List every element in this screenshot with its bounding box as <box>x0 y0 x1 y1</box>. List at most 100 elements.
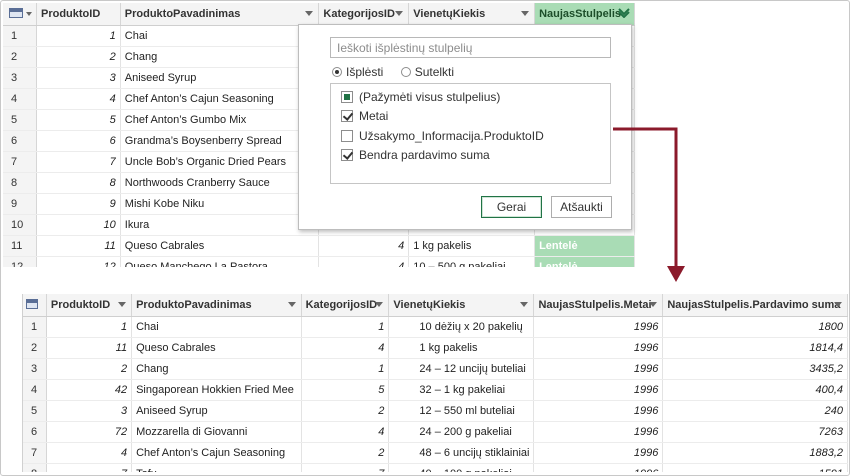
column-item-total-sales[interactable]: Bendra pardavimo suma <box>331 146 610 166</box>
cell-quantity: 24 – 200 g pakeliai <box>388 421 535 443</box>
radio-expand[interactable]: Išplėsti <box>332 65 383 79</box>
cell-product-name: Chef Anton’s Cajun Seasoning <box>120 88 320 110</box>
checkbox-checked-icon[interactable] <box>341 149 353 162</box>
column-header[interactable]: KategorijosID <box>301 294 390 317</box>
row-number: 6 <box>23 421 47 443</box>
checkbox-partial-icon[interactable] <box>341 90 353 103</box>
row-number: 2 <box>3 46 37 68</box>
cell-year: 1996 <box>533 442 664 464</box>
cell-year: 1996 <box>533 463 664 472</box>
checkbox-checked-icon[interactable] <box>341 110 353 123</box>
cell-product-name: Chai <box>131 316 302 338</box>
mode-radio-group: Išplėsti Sutelkti <box>332 65 468 80</box>
cell-category-id: 1 <box>301 358 390 380</box>
chevron-down-icon[interactable] <box>118 302 127 307</box>
table-menu-corner[interactable] <box>3 3 37 26</box>
radio-label: Išplėsti <box>346 65 384 79</box>
chevron-down-icon[interactable] <box>375 302 384 307</box>
expand-column-icon[interactable] <box>618 8 630 18</box>
cell-category-id: 2 <box>301 400 390 422</box>
column-header[interactable]: VienetųKiekis <box>408 3 536 26</box>
cell-product-id: 1 <box>46 316 133 338</box>
arrow-icon <box>613 127 685 282</box>
table-row[interactable]: 11 11 Queso Cabrales 4 1 kg pakelis Lentelė <box>3 235 635 257</box>
radio-aggregate[interactable]: Sutelkti <box>400 65 455 79</box>
chevron-down-icon[interactable] <box>520 302 529 307</box>
cell-year: 1996 <box>533 358 664 380</box>
table-row[interactable]: 5 3 Aniseed Syrup 2 12 – 550 ml buteliai 1996… <box>23 400 848 422</box>
table-row[interactable]: 6 72 Mozzarella di Giovanni 4 24 – 200 g pak… <box>23 421 848 443</box>
column-header[interactable]: KategorijosID <box>318 3 410 26</box>
cell-category-id: 4 <box>301 421 390 443</box>
column-item-year[interactable]: Metai <box>331 107 610 127</box>
row-number: 2 <box>23 337 47 359</box>
cell-quantity: 1 kg pakelis <box>408 235 536 257</box>
row-number: 7 <box>23 442 47 464</box>
cell-product-name: Tofu <box>131 463 302 472</box>
column-header[interactable]: ProduktoPavadinimas <box>120 3 320 26</box>
column-header[interactable]: NaujasStulpelis.Pardavimo suma <box>662 294 848 317</box>
column-item-select-all[interactable]: (Pažymėti visus stulpelius) <box>331 87 610 107</box>
cell-product-name: Uncle Bob’s Organic Dried Pears <box>120 151 320 173</box>
table-menu-corner[interactable] <box>23 294 47 317</box>
column-header[interactable]: ProduktoPavadinimas <box>131 294 302 317</box>
column-header[interactable]: VienetųKiekis <box>388 294 535 317</box>
chevron-down-icon[interactable] <box>834 302 842 307</box>
table-row[interactable]: 7 4 Chef Anton’s Cajun Seasoning 2 48 – 6 un… <box>23 442 848 464</box>
cell-product-id: 5 <box>36 109 121 131</box>
ok-button[interactable]: Gerai <box>481 196 542 218</box>
table-row[interactable]: 12 12 Queso Manchego La Pastora 4 10 – 500 g… <box>3 256 635 267</box>
cancel-button[interactable]: Atšaukti <box>551 196 612 218</box>
column-item-order-product-id[interactable]: Užsakymo_Informacija.ProduktoID <box>331 126 610 146</box>
cell-sales-sum: 1814,4 <box>662 337 848 359</box>
cell-quantity: 10 dėžių x 20 pakelių <box>388 316 535 338</box>
column-list: (Pažymėti visus stulpelius) Metai Užsaky… <box>330 83 611 184</box>
cell-product-name: Singaporean Hokkien Fried Mee <box>131 379 302 401</box>
cell-product-id: 6 <box>36 130 121 152</box>
checkbox-unchecked-icon[interactable] <box>341 129 353 142</box>
row-number: 8 <box>3 172 37 194</box>
radio-label: Sutelkti <box>414 65 455 79</box>
cell-product-name: Ikura <box>120 214 320 236</box>
column-header[interactable]: ProduktoID <box>36 3 121 26</box>
chevron-down-icon[interactable] <box>649 302 658 307</box>
cell-year: 1996 <box>533 421 664 443</box>
cell-year: 1996 <box>533 400 664 422</box>
cell-product-name: Mishi Kobe Niku <box>120 193 320 215</box>
cell-product-id: 4 <box>46 442 133 464</box>
table-row[interactable]: 2 11 Queso Cabrales 4 1 kg pakelis 1996 1814,4 <box>23 337 848 359</box>
cell-product-id: 4 <box>36 88 121 110</box>
column-item-label: Metai <box>359 109 389 124</box>
cell-quantity: 40 – 100 g pakeliai <box>388 463 535 472</box>
search-input[interactable] <box>330 37 611 58</box>
row-number: 3 <box>23 358 47 380</box>
table-row[interactable]: 87Tofu740 – 100 g pakeliai19961591 <box>23 463 848 472</box>
cell-product-name: Queso Cabrales <box>131 337 302 359</box>
chevron-down-icon[interactable] <box>287 302 296 307</box>
column-header[interactable]: ProduktoID <box>46 294 133 317</box>
table-row[interactable]: 3 2 Chang 1 24 – 12 uncijų buteliai 1996 3435,… <box>23 358 848 380</box>
row-number: 3 <box>3 67 37 89</box>
table-icon <box>26 299 38 310</box>
cell-category-id: 2 <box>301 442 390 464</box>
chevron-down-icon[interactable] <box>395 11 404 16</box>
cell-quantity: 48 – 6 uncijų stiklainiai <box>388 442 535 464</box>
cell-sales-sum: 1800 <box>662 316 848 338</box>
column-header-new[interactable]: NaujasStulpelis <box>534 3 635 26</box>
cell-category-id: 4 <box>318 256 410 267</box>
column-item-label: Bendra pardavimo suma <box>359 148 490 163</box>
table-row[interactable]: 1 1 Chai 1 10 dėžių x 20 pakelių 1996 1800 <box>23 316 848 338</box>
table-row[interactable]: 4 42 Singaporean Hokkien Fried Mee 5 32 – 1 … <box>23 379 848 401</box>
row-number: 12 <box>3 256 37 267</box>
cell-product-id: 7 <box>46 463 133 472</box>
column-item-label: (Pažymėti visus stulpelius) <box>359 89 501 104</box>
cell-product-id: 9 <box>36 193 121 215</box>
cell-quantity: 10 – 500 g pakeliai <box>408 256 536 267</box>
column-header[interactable]: NaujasStulpelis.Metai <box>533 294 664 317</box>
cell-quantity: 32 – 1 kg pakeliai <box>388 379 535 401</box>
cell-product-name: Mozzarella di Giovanni <box>131 421 302 443</box>
chevron-down-icon[interactable] <box>305 11 314 16</box>
chevron-down-icon[interactable] <box>521 11 530 16</box>
cell-category-id: 5 <box>301 379 390 401</box>
table-icon <box>9 8 23 19</box>
